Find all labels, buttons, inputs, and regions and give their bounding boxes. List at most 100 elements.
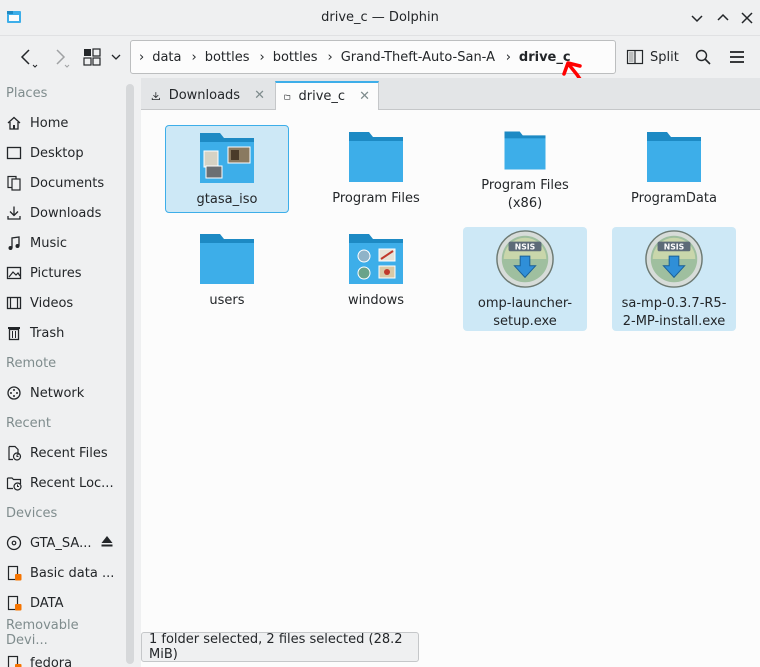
places-sidebar: Places Home Desktop Documents Downloads … <box>0 78 122 667</box>
file-item-gtasa-iso[interactable]: gtasa_iso <box>165 125 289 213</box>
breadcrumb-segment-gta-sa[interactable]: ›Grand-Theft-Auto-San-Andreas <box>328 50 506 65</box>
documents-icon <box>7 175 21 191</box>
close-icon <box>741 12 753 24</box>
sidebar-scrollbar[interactable] <box>126 84 134 664</box>
sidebar-item-label: fedora <box>30 655 73 667</box>
tab-drive-c[interactable]: drive_c ✕ <box>275 81 379 110</box>
home-icon <box>7 116 21 130</box>
file-item-sa-mp-install[interactable]: NSIS sa-mp-0.3.7-R5-2-MP-install.exe <box>612 227 736 331</box>
recent-files-icon <box>8 445 22 461</box>
folder-icon <box>647 132 701 182</box>
sidebar-item-label: Basic data ... <box>30 565 115 581</box>
sidebar-item-label: Music <box>30 235 67 251</box>
close-button[interactable] <box>738 9 756 27</box>
sidebar-item-pictures[interactable]: Pictures <box>0 258 122 288</box>
sidebar-item-label: Trash <box>30 325 65 341</box>
sidebar-item-label: Recent Files <box>30 445 108 461</box>
chevron-right-icon: › <box>505 49 511 65</box>
close-tab-icon[interactable]: ✕ <box>254 88 265 103</box>
chevron-up-icon <box>717 13 729 21</box>
file-item-program-files-x86[interactable]: Program Files (x86) <box>463 125 587 213</box>
chevron-down-icon <box>691 15 703 23</box>
tab-downloads[interactable]: Downloads ✕ <box>143 81 273 110</box>
recent-locations-icon <box>6 477 22 491</box>
maximize-button[interactable] <box>714 9 732 27</box>
nsis-badge-text: NSIS <box>515 242 536 251</box>
chevron-right-icon: › <box>139 49 145 65</box>
hamburger-menu-button[interactable] <box>724 42 750 72</box>
search-button[interactable] <box>690 42 716 72</box>
title-bar: drive_c — Dolphin <box>0 0 760 36</box>
folder-image-icon <box>200 133 254 183</box>
sidebar-item-network[interactable]: Network <box>0 378 122 408</box>
sidebar-item-downloads[interactable]: Downloads <box>0 198 122 228</box>
sidebar-item-gta-sa-device[interactable]: GTA_SA... <box>0 528 122 558</box>
file-item-omp-launcher-setup[interactable]: NSIS omp-launcher-setup.exe <box>463 227 587 331</box>
nsis-installer-icon: NSIS <box>645 230 703 288</box>
chevron-right-icon: › <box>259 49 265 65</box>
location-breadcrumb[interactable]: › data › bottles › bottles › Grand-Theft-Aut… <box>130 40 616 74</box>
sidebar-item-label: GTA_SA... <box>30 535 92 551</box>
split-label: Split <box>650 49 679 65</box>
section-removable-devices: Removable Devi... <box>6 618 79 648</box>
close-tab-icon[interactable]: ✕ <box>359 89 370 104</box>
breadcrumb-segment-data[interactable]: › data <box>139 50 192 65</box>
sidebar-item-label: Recent Loc... <box>30 475 114 491</box>
search-icon <box>695 49 711 65</box>
file-item-users[interactable]: users <box>165 227 289 315</box>
file-view[interactable]: gtasa_iso Program Files Program Files (x… <box>141 110 760 667</box>
videos-icon <box>6 296 22 310</box>
sidebar-item-label: Downloads <box>30 205 102 221</box>
split-view-button[interactable]: Split <box>626 42 679 72</box>
section-remote: Remote <box>6 355 57 371</box>
sidebar-item-home[interactable]: Home <box>0 108 122 138</box>
nsis-installer-icon: NSIS <box>496 230 554 288</box>
sidebar-item-recent-locations[interactable]: Recent Loc... <box>0 468 122 498</box>
breadcrumb-segment-bottles-2[interactable]: › bottles <box>260 50 328 65</box>
sidebar-item-music[interactable]: Music <box>0 228 122 258</box>
minimize-button[interactable] <box>688 9 706 27</box>
download-icon <box>151 91 160 100</box>
music-icon <box>8 236 20 250</box>
sidebar-item-desktop[interactable]: Desktop <box>0 138 122 168</box>
pictures-icon <box>6 266 22 280</box>
tab-bar: Downloads ✕ drive_c ✕ <box>141 78 760 110</box>
sidebar-item-recent-files[interactable]: Recent Files <box>0 438 122 468</box>
sidebar-item-data[interactable]: DATA <box>0 588 122 618</box>
window-title: drive_c — Dolphin <box>321 10 439 25</box>
forward-button[interactable] <box>44 42 74 72</box>
arrow-right-icon <box>56 49 70 68</box>
file-item-programdata[interactable]: ProgramData <box>612 125 736 213</box>
sidebar-item-documents[interactable]: Documents <box>0 168 122 198</box>
split-view-icon <box>626 49 644 65</box>
file-label: windows <box>347 293 405 308</box>
tab-label: Downloads <box>168 88 241 103</box>
folder-icon <box>284 94 291 100</box>
removable-drive-icon <box>7 655 22 667</box>
section-places: Places <box>6 85 48 101</box>
breadcrumb-segment-bottles[interactable]: › bottles <box>192 50 260 65</box>
sidebar-item-label: Pictures <box>30 265 82 281</box>
hamburger-menu-icon <box>730 51 744 63</box>
back-button[interactable] <box>12 42 42 72</box>
folder-icon <box>504 131 546 170</box>
file-label: omp-launcher-setup.exe <box>477 296 573 329</box>
view-mode-menu-button[interactable] <box>106 42 126 72</box>
sidebar-item-basic-data[interactable]: Basic data ... <box>0 558 122 588</box>
sidebar-item-label: Desktop <box>30 145 84 161</box>
file-item-windows[interactable]: windows <box>314 227 438 315</box>
folder-icon <box>349 132 403 182</box>
sidebar-item-videos[interactable]: Videos <box>0 288 122 318</box>
chevron-right-icon: › <box>191 49 197 65</box>
file-label: ProgramData <box>631 191 717 206</box>
eject-icon[interactable] <box>100 534 114 552</box>
sidebar-item-trash[interactable]: Trash <box>0 318 122 348</box>
download-icon <box>7 206 21 220</box>
file-label: sa-mp-0.3.7-R5-2-MP-install.exe <box>621 296 727 329</box>
sidebar-item-label: DATA <box>30 595 64 611</box>
sidebar-item-label: Documents <box>30 175 105 191</box>
file-item-program-files[interactable]: Program Files <box>314 125 438 213</box>
view-mode-button[interactable] <box>80 42 104 72</box>
sidebar-item-fedora[interactable]: fedora <box>0 648 122 667</box>
desktop-icon <box>6 146 22 160</box>
